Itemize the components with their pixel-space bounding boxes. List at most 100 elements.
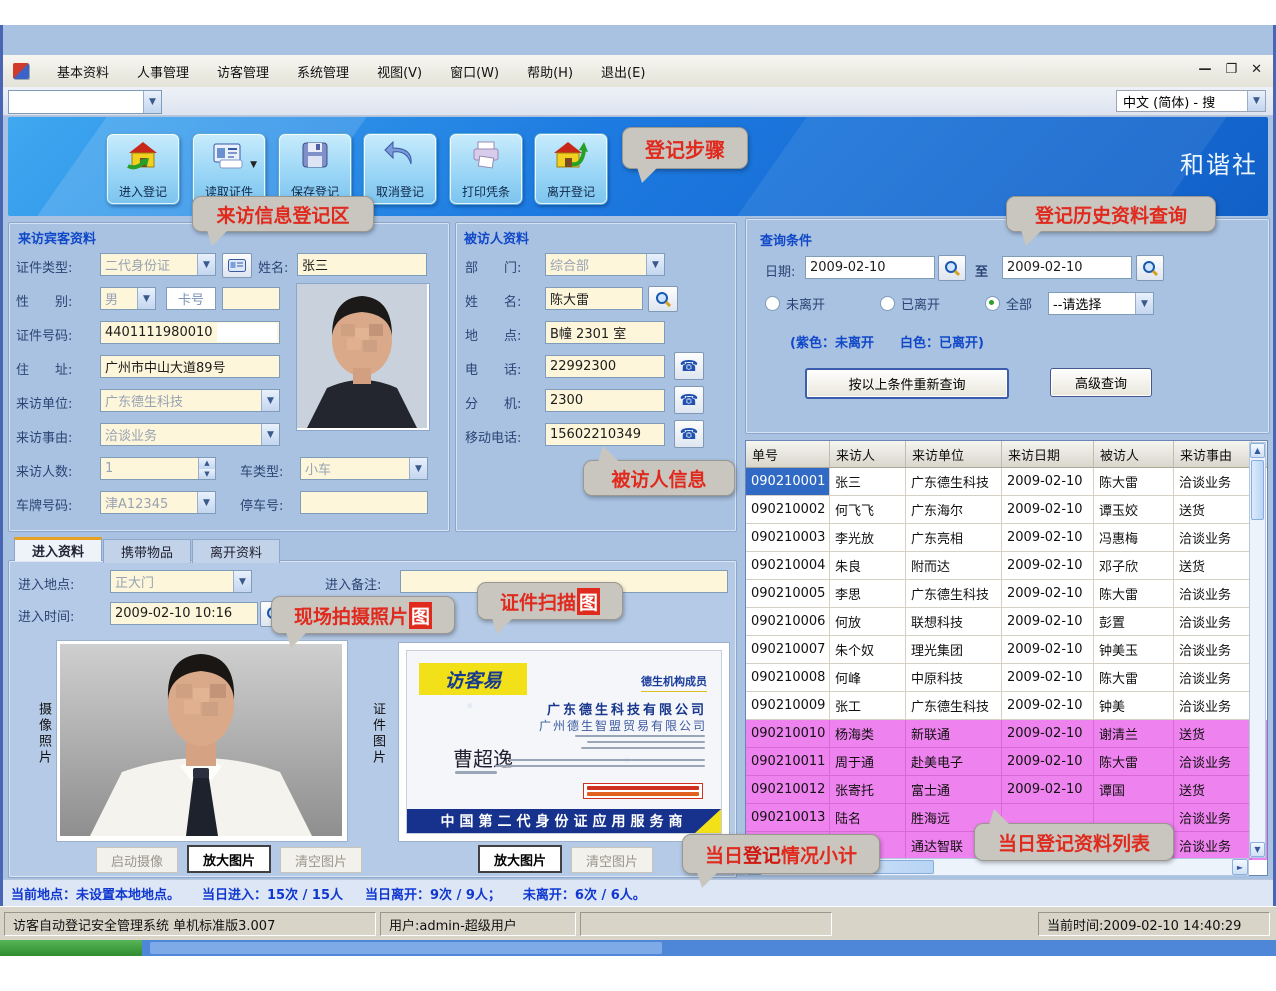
table-cell[interactable]: 2009-02-10	[1002, 608, 1094, 636]
card-reader-button[interactable]	[222, 253, 252, 278]
entry-location-combobox[interactable]: 正大门 ▼	[110, 570, 252, 593]
address-input[interactable]: 广州市中山大道89号	[100, 355, 280, 378]
reason-select[interactable]: --请选择 ▼	[1048, 292, 1154, 315]
table-cell[interactable]: 钟美玉	[1094, 636, 1174, 664]
table-cell[interactable]: 2009-02-10	[1002, 524, 1094, 552]
table-cell[interactable]: 送货	[1174, 496, 1252, 524]
table-cell[interactable]: 2009-02-10	[1002, 720, 1094, 748]
clear-photo-button[interactable]: 清空图片	[280, 847, 362, 873]
table-row[interactable]: 090210010杨海类新联通2009-02-10谢清兰送货	[746, 720, 1267, 748]
menu-item[interactable]: 视图(V)	[363, 58, 436, 85]
table-row[interactable]: 090210012张寄托富士通2009-02-10谭国送货	[746, 776, 1267, 804]
parking-input[interactable]	[300, 491, 428, 514]
radio-全部[interactable]: 全部	[985, 294, 1032, 313]
id-number-input[interactable]: 4401111980010	[100, 321, 280, 344]
table-cell[interactable]: 广东亮相	[906, 524, 1002, 552]
table-header-cell[interactable]: 单号	[746, 441, 830, 467]
table-cell[interactable]: 2009-02-10	[1002, 692, 1094, 720]
visitor-name-input[interactable]: 张三	[297, 253, 427, 276]
table-cell[interactable]: 新联通	[906, 720, 1002, 748]
chevron-down-icon[interactable]: ▼	[646, 254, 664, 275]
table-cell[interactable]: 陈大雷	[1094, 748, 1174, 776]
table-cell[interactable]: 2009-02-10	[1002, 496, 1094, 524]
chevron-down-icon[interactable]: ▼	[137, 288, 155, 309]
cert-type-combobox[interactable]: 二代身份证 ▼	[100, 253, 216, 276]
toolbar-button-2[interactable]: ▼读取证件	[192, 133, 266, 205]
mdi-minimize-icon[interactable]: —	[1198, 62, 1211, 77]
radio-dot-icon[interactable]	[880, 296, 895, 311]
table-row[interactable]: 090210008何峰中原科技2009-02-10陈大雷洽谈业务	[746, 664, 1267, 692]
mobile-input[interactable]: 15602210349	[545, 423, 665, 446]
clear-card-button[interactable]: 清空图片	[571, 847, 653, 873]
zoom-photo-button[interactable]: 放大图片	[187, 845, 271, 873]
chevron-down-icon[interactable]: ▼	[197, 492, 215, 513]
dial-ext-button[interactable]: ☎	[674, 386, 704, 414]
interviewee-name-input[interactable]: 陈大雷	[545, 287, 643, 310]
table-cell[interactable]: 冯惠梅	[1094, 524, 1174, 552]
table-cell[interactable]: 2009-02-10	[1002, 468, 1094, 496]
table-cell[interactable]: 附而达	[906, 552, 1002, 580]
vscroll-thumb[interactable]	[1251, 460, 1264, 520]
table-cell[interactable]: 090210003	[746, 524, 830, 552]
table-row[interactable]: 090210009张工广东德生科技2009-02-10钟美洽谈业务	[746, 692, 1267, 720]
menu-item[interactable]: 人事管理	[123, 58, 203, 85]
table-cell[interactable]: 送货	[1174, 552, 1252, 580]
table-cell[interactable]: 赴美电子	[906, 748, 1002, 776]
chevron-down-icon[interactable]: ▼	[409, 458, 427, 479]
table-cell[interactable]: 090210012	[746, 776, 830, 804]
toolbar-button-4[interactable]: 取消登记	[363, 133, 437, 205]
table-cell[interactable]: 谭国	[1094, 776, 1174, 804]
table-header-cell[interactable]: 来访单位	[906, 441, 1002, 467]
chevron-down-icon[interactable]: ▼	[250, 160, 257, 170]
chevron-down-icon[interactable]: ▼	[261, 424, 279, 445]
table-cell[interactable]: 理光集团	[906, 636, 1002, 664]
radio-未离开[interactable]: 未离开	[765, 294, 825, 313]
table-header-cell[interactable]: 来访人	[830, 441, 906, 467]
language-bar[interactable]: 中文 (简体) - 搜 ▼	[1116, 90, 1266, 112]
table-cell[interactable]: 2009-02-10	[1002, 664, 1094, 692]
table-cell[interactable]: 洽谈业务	[1174, 580, 1252, 608]
date-to-input[interactable]: 2009-02-10	[1002, 256, 1132, 279]
table-row[interactable]: 090210006何放联想科技2009-02-10彭置洽谈业务	[746, 608, 1267, 636]
table-vscrollbar[interactable]: ▲ ▼	[1249, 442, 1266, 858]
table-cell[interactable]: 090210001	[746, 468, 830, 496]
menu-item[interactable]: 帮助(H)	[513, 58, 587, 85]
table-cell[interactable]: 洽谈业务	[1174, 636, 1252, 664]
table-cell[interactable]: 洽谈业务	[1174, 692, 1252, 720]
menu-item[interactable]: 基本资料	[43, 58, 123, 85]
table-cell[interactable]: 洽谈业务	[1174, 804, 1252, 832]
scroll-right-icon[interactable]: ►	[1232, 859, 1248, 875]
visitor-count-stepper[interactable]: 1 ▲▼	[100, 457, 216, 480]
table-cell[interactable]: 090210008	[746, 664, 830, 692]
table-header-cell[interactable]: 被访人	[1094, 441, 1174, 467]
advanced-query-button[interactable]: 高级查询	[1050, 368, 1152, 397]
zoom-card-button[interactable]: 放大图片	[478, 845, 562, 873]
table-cell[interactable]: 090210013	[746, 804, 830, 832]
entry-time-input[interactable]: 2009-02-10 10:16	[110, 602, 258, 625]
table-cell[interactable]: 090210010	[746, 720, 830, 748]
chevron-down-icon[interactable]: ▼	[1135, 293, 1153, 314]
vehicle-type-combobox[interactable]: 小车 ▼	[300, 457, 428, 480]
dial-phone-button[interactable]: ☎	[674, 352, 704, 380]
table-row[interactable]: 090210005李思广东德生科技2009-02-10陈大雷洽谈业务	[746, 580, 1267, 608]
toolbar-combobox[interactable]: ▼	[8, 90, 162, 114]
visit-unit-combobox[interactable]: 广东德生科技 ▼	[100, 389, 280, 412]
visit-reason-combobox[interactable]: 洽谈业务 ▼	[100, 423, 280, 446]
table-cell[interactable]: 洽谈业务	[1174, 468, 1252, 496]
table-row[interactable]: 090210004朱良附而达2009-02-10邓子欣送货	[746, 552, 1267, 580]
table-row[interactable]: 090210002何飞飞广东海尔2009-02-10谭玉姣送货	[746, 496, 1267, 524]
table-cell[interactable]: 090210011	[746, 748, 830, 776]
card-no-input[interactable]	[222, 287, 280, 310]
table-cell[interactable]: 2009-02-10	[1002, 580, 1094, 608]
table-cell[interactable]: 张工	[830, 692, 906, 720]
plate-combobox[interactable]: 津A12345 ▼	[100, 491, 216, 514]
table-cell[interactable]: 朱个奴	[830, 636, 906, 664]
table-cell[interactable]: 090210005	[746, 580, 830, 608]
table-cell[interactable]: 洽谈业务	[1174, 748, 1252, 776]
table-cell[interactable]: 富士通	[906, 776, 1002, 804]
radio-dot-icon[interactable]	[765, 296, 780, 311]
chevron-down-icon[interactable]: ▼	[233, 571, 251, 592]
table-cell[interactable]: 谢清兰	[1094, 720, 1174, 748]
mdi-restore-icon[interactable]: ❐	[1225, 62, 1237, 77]
table-cell[interactable]: 090210002	[746, 496, 830, 524]
